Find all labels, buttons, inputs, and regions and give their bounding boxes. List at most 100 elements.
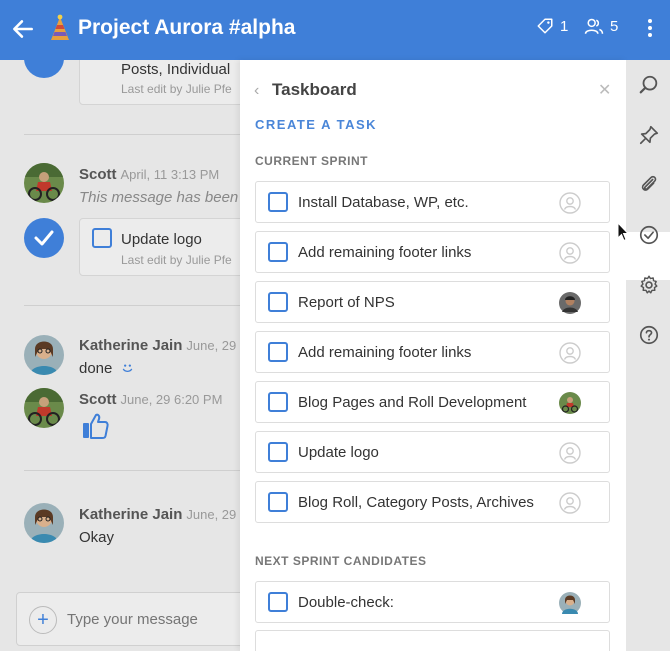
- task-item[interactable]: Report of NPS: [255, 281, 610, 323]
- author-name: Scott: [79, 391, 117, 408]
- task-item[interactable]: Install Database, WP, etc.: [255, 181, 610, 223]
- add-attachment-button[interactable]: +: [29, 606, 57, 634]
- task-item[interactable]: [255, 630, 610, 651]
- author-name: Scott: [79, 166, 117, 183]
- dark-user-avatar-image: [559, 292, 581, 314]
- task-checkbox[interactable]: [268, 492, 288, 512]
- task-label: Report of NPS: [298, 294, 395, 311]
- task-item[interactable]: Blog Pages and Roll Development: [255, 381, 610, 423]
- task-checkbox[interactable]: [268, 292, 288, 312]
- app-header: Project Aurora #alpha 1 5: [0, 0, 670, 60]
- avatar[interactable]: [24, 335, 64, 375]
- message-composer: +: [16, 592, 240, 646]
- tag-icon: [537, 18, 553, 34]
- task-assignee-avatar[interactable]: [559, 592, 581, 614]
- task-assignee-avatar[interactable]: [559, 492, 581, 514]
- search-icon[interactable]: [638, 74, 660, 96]
- task-assignee-avatar[interactable]: [559, 392, 581, 414]
- checkmark-icon: [34, 230, 54, 246]
- user-avatar-partial: [24, 60, 64, 78]
- message-author: Scott April, 11 3:13 PM: [79, 166, 219, 183]
- task-label: Add remaining footer links: [298, 344, 472, 361]
- task-assignee-avatar[interactable]: [559, 342, 581, 364]
- avatar[interactable]: [24, 503, 64, 543]
- message-text: done: [79, 360, 135, 377]
- task-item[interactable]: Add remaining footer links: [255, 331, 610, 373]
- completed-check-avatar: [24, 218, 64, 258]
- back-arrow-icon[interactable]: [10, 16, 36, 42]
- task-checkbox[interactable]: [268, 392, 288, 412]
- tag-count: 1: [560, 17, 569, 35]
- gear-icon[interactable]: [638, 274, 660, 296]
- more-vertical-icon[interactable]: [646, 17, 654, 39]
- task-card[interactable]: Update logo Last edit by Julie Pfe: [79, 218, 240, 276]
- katherine-avatar-image: [24, 503, 64, 543]
- task-label: Add remaining footer links: [298, 244, 472, 261]
- task-label: Update logo: [298, 444, 379, 461]
- message-time: April, 11 3:13 PM: [120, 167, 220, 182]
- bike-user-avatar-image: [559, 392, 581, 414]
- task-label: Blog Roll, Category Posts, Archives: [298, 494, 534, 511]
- task-label: Blog Pages and Roll Development: [298, 394, 527, 411]
- pin-icon[interactable]: [638, 124, 660, 146]
- message-author: Katherine Jain June, 29: [79, 337, 236, 354]
- chevron-left-icon[interactable]: ‹: [254, 82, 259, 100]
- tag-count-button[interactable]: 1: [536, 17, 568, 35]
- task-checkbox[interactable]: [268, 442, 288, 462]
- message-text: This message has been: [79, 189, 239, 206]
- task-item[interactable]: Blog Roll, Category Posts, Archives: [255, 481, 610, 523]
- task-item[interactable]: Update logo: [255, 431, 610, 473]
- message-author: Katherine Jain June, 29: [79, 506, 236, 523]
- task-assignee-avatar[interactable]: [559, 442, 581, 464]
- task-assignee-avatar[interactable]: [559, 242, 581, 264]
- task-item[interactable]: Add remaining footer links: [255, 231, 610, 273]
- empty-user-icon: [559, 342, 581, 364]
- card-subtitle: Last edit by Julie Pfe: [121, 82, 232, 96]
- smile-emoji-icon: [122, 364, 132, 373]
- party-hat-logo-icon: [51, 14, 69, 40]
- task-assignee-avatar[interactable]: [559, 292, 581, 314]
- paperclip-icon[interactable]: [638, 174, 660, 196]
- avatar[interactable]: [24, 388, 64, 428]
- task-checkbox[interactable]: [268, 342, 288, 362]
- message-body: done: [79, 360, 113, 377]
- message-time: June, 29: [186, 338, 237, 353]
- card-subtitle: Last edit by Julie Pfe: [121, 253, 232, 267]
- empty-user-icon: [559, 442, 581, 464]
- current-sprint-heading: CURRENT SPRINT: [255, 154, 369, 168]
- empty-user-icon: [559, 242, 581, 264]
- katherine-avatar-image: [24, 335, 64, 375]
- users-count: 5: [610, 17, 619, 35]
- users-icon: [584, 18, 604, 34]
- users-count-button[interactable]: 5: [584, 17, 618, 35]
- close-icon[interactable]: ✕: [598, 80, 611, 100]
- thumbs-up-icon: [83, 413, 109, 439]
- task-checkbox[interactable]: [268, 242, 288, 262]
- task-checkbox[interactable]: [92, 228, 112, 248]
- task-checkbox[interactable]: [268, 592, 288, 612]
- message-time: June, 29 6:20 PM: [120, 392, 223, 407]
- message-text: Okay: [79, 529, 115, 546]
- panel-title: Taskboard: [272, 80, 357, 99]
- check-circle-icon[interactable]: [638, 224, 660, 246]
- task-item[interactable]: Double-check:: [255, 581, 610, 623]
- create-task-button[interactable]: CREATE A TASK: [255, 117, 377, 132]
- task-assignee-avatar[interactable]: [559, 192, 581, 214]
- next-sprint-heading: NEXT SPRINT CANDIDATES: [255, 554, 427, 568]
- divider: [24, 134, 240, 135]
- message-input[interactable]: [67, 609, 240, 629]
- task-checkbox[interactable]: [268, 192, 288, 212]
- empty-user-icon: [559, 492, 581, 514]
- taskboard-panel: ‹ Taskboard ✕ CREATE A TASK CURRENT SPRI…: [240, 60, 626, 651]
- card-title: Update logo: [121, 231, 202, 248]
- avatar[interactable]: [24, 163, 64, 203]
- card-title: Posts, Individual: [121, 61, 231, 78]
- empty-user-icon: [559, 192, 581, 214]
- author-name: Katherine Jain: [79, 506, 183, 523]
- bike-avatar-image: [24, 388, 64, 428]
- task-label: Install Database, WP, etc.: [298, 194, 469, 211]
- help-icon[interactable]: [638, 324, 660, 346]
- task-card[interactable]: Posts, Individual Last edit by Julie Pfe: [79, 60, 240, 105]
- bike-avatar-image: [24, 163, 64, 203]
- chat-area: Posts, Individual Last edit by Julie Pfe…: [0, 60, 240, 651]
